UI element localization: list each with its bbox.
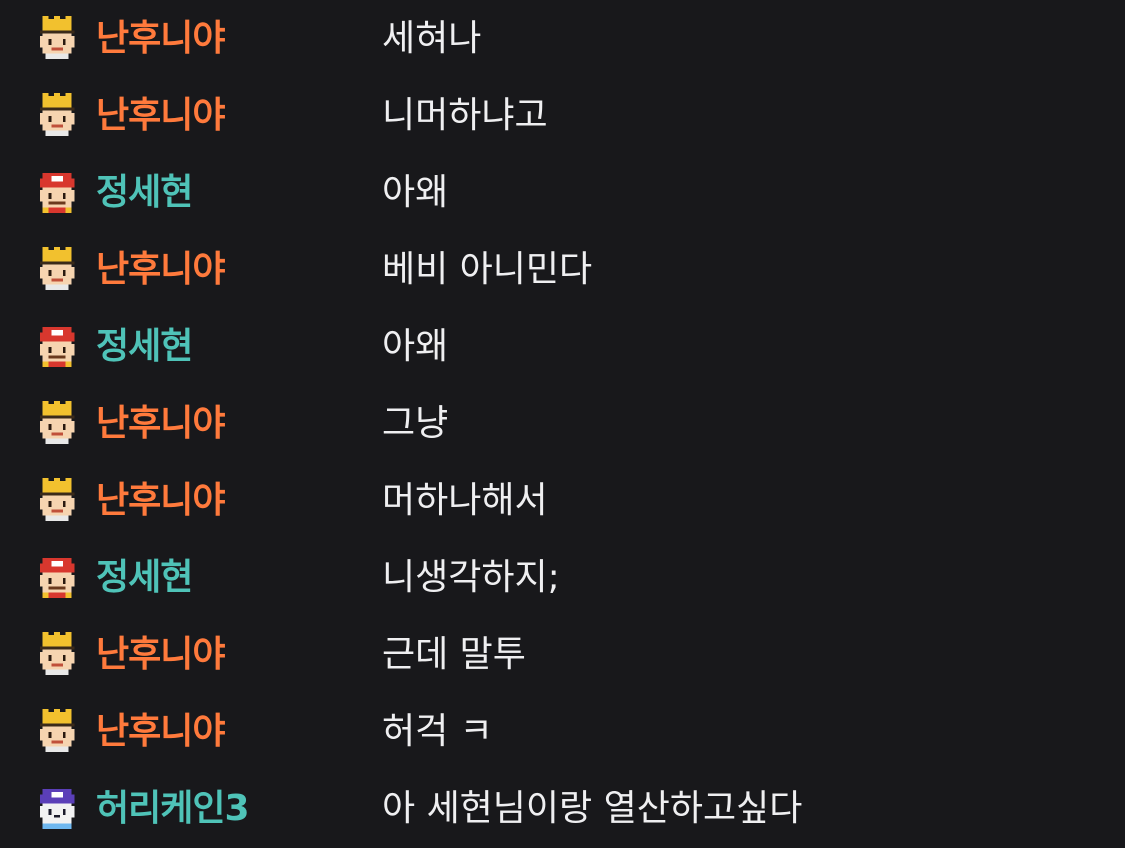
chat-username[interactable]: 정세현 [96,154,193,232]
chat-message: 난후니야 근데 말투 [0,616,1125,694]
chat-message-text: 아왜 [382,172,449,213]
chat-message: 정세현 아왜 [0,154,1125,232]
chat-message-text: 머하나해서 [382,480,548,521]
chat-message: 난후니야 니머하냐고 [0,77,1125,155]
mushroom-hat-badge-icon[interactable] [34,170,80,216]
chat-list: 난후니야 세혀나 난후니야 니머하냐고 정세현 아왜 난후니야 베비 아니민다 … [0,0,1125,847]
chat-message: 난후니야 그냥 [0,385,1125,463]
chat-message-text: 그냥 [382,403,449,444]
chat-username[interactable]: 난후니야 [96,231,225,309]
chat-message-text: 니머하냐고 [382,95,548,136]
chat-message: 허리케인3 아 세현님이랑 열산하고싶다 [0,770,1125,848]
chat-message: 난후니야 머하나해서 [0,462,1125,540]
chat-message-text: 베비 아니민다 [382,249,593,290]
crown-badge-icon[interactable] [34,632,80,678]
chat-message: 난후니야 세혀나 [0,0,1125,78]
chat-username[interactable]: 난후니야 [96,0,225,78]
chat-username[interactable]: 난후니야 [96,77,225,155]
chat-message: 난후니야 허걱 ㅋ [0,693,1125,771]
chat-message-text: 니생각하지; [382,557,560,598]
crown-badge-icon[interactable] [34,401,80,447]
chat-message-text: 허걱 ㅋ [382,711,493,752]
crown-badge-icon[interactable] [34,247,80,293]
mushroom-hat-badge-icon[interactable] [34,324,80,370]
chat-message-text: 아 세현님이랑 열산하고싶다 [382,788,803,829]
crown-badge-icon[interactable] [34,709,80,755]
chat-message-text: 근데 말투 [382,634,526,675]
chat-username[interactable]: 허리케인3 [96,770,250,848]
chat-username[interactable]: 정세현 [96,539,193,617]
crown-badge-icon[interactable] [34,478,80,524]
chat-username[interactable]: 난후니야 [96,693,225,771]
chat-username[interactable]: 정세현 [96,308,193,386]
chat-username[interactable]: 난후니야 [96,385,225,463]
chat-username[interactable]: 난후니야 [96,462,225,540]
chat-message-text: 아왜 [382,326,449,367]
crown-badge-icon[interactable] [34,93,80,139]
chat-message: 정세현 니생각하지; [0,539,1125,617]
crown-badge-icon[interactable] [34,16,80,62]
chat-message: 난후니야 베비 아니민다 [0,231,1125,309]
chat-message-text: 세혀나 [382,18,482,59]
purple-hat-badge-icon[interactable] [34,786,80,832]
mushroom-hat-badge-icon[interactable] [34,555,80,601]
chat-username[interactable]: 난후니야 [96,616,225,694]
chat-message: 정세현 아왜 [0,308,1125,386]
